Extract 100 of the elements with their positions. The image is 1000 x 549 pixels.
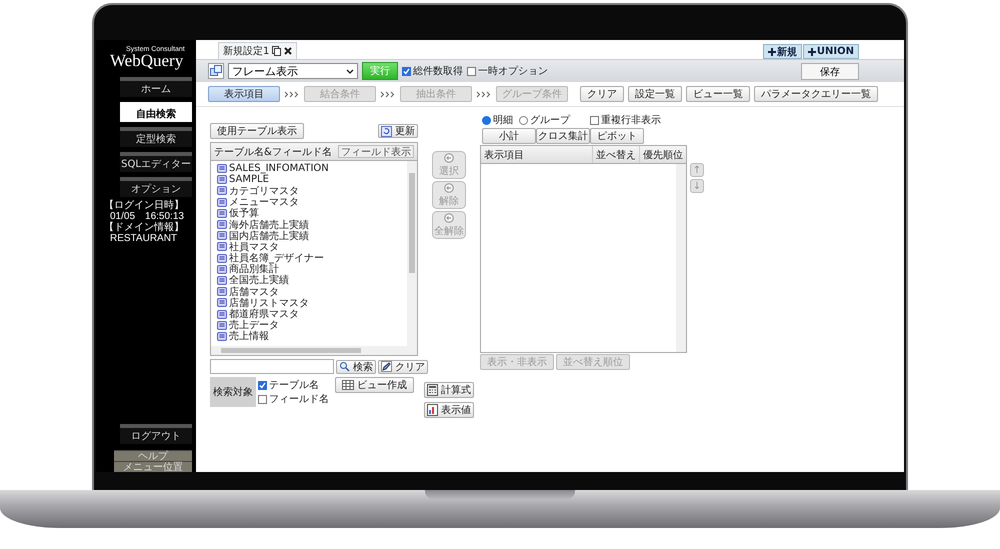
scrollbar[interactable] [676, 164, 686, 352]
nav-button[interactable]: 定型検索 [120, 127, 192, 147]
action-button[interactable]: 設定一覧 [628, 86, 682, 102]
caret-icon [346, 68, 354, 74]
tree-item[interactable]: 仮予算 [217, 208, 259, 219]
tree-item[interactable]: メニューマスタ [217, 196, 299, 208]
arrow-circle-icon [444, 152, 454, 162]
aggregate-button[interactable]: ピボット [590, 128, 644, 144]
document-icon [272, 46, 282, 56]
field-toggle-button[interactable]: フィールド表示 [338, 145, 414, 158]
table-icon [217, 186, 227, 196]
action-button[interactable]: クリア [580, 86, 624, 102]
create-view-button[interactable]: ビュー作成 [335, 377, 414, 393]
clear-button[interactable]: クリア [378, 360, 428, 374]
tree-item[interactable]: 売上情報 [217, 330, 269, 342]
column-header: 表示項目 [483, 148, 525, 162]
aggregate-button[interactable]: 小計 [482, 128, 536, 144]
show-tables-button[interactable]: 使用テーブル表示 [210, 123, 304, 139]
chart-icon [427, 404, 438, 416]
chevrons-icon [476, 90, 492, 98]
calculator-icon [427, 384, 438, 396]
grid-icon [342, 380, 354, 390]
tree-item[interactable]: 店舗マスタ [217, 286, 279, 298]
checkbox[interactable] [467, 66, 476, 76]
tree-item[interactable]: 社員マスタ [217, 241, 279, 252]
table-icon [217, 242, 227, 252]
action-button[interactable]: パラメータクエリー一覧 [754, 86, 878, 102]
table-icon [217, 264, 227, 274]
login-time: 01/05 16:50:13 [110, 211, 184, 222]
step-button[interactable]: 表示項目 [208, 86, 280, 102]
arrow-circle-icon [444, 182, 454, 192]
checkbox-label: 一時オプション [478, 64, 548, 78]
scrollbar[interactable] [407, 161, 417, 346]
checkbox[interactable] [590, 116, 599, 124]
chevrons-icon [380, 90, 396, 98]
tree-item[interactable]: SAMPLE [217, 174, 269, 186]
table-icon [217, 276, 227, 285]
radio-button[interactable] [519, 116, 528, 124]
search-button[interactable]: 検索 [336, 360, 376, 374]
nav-button[interactable]: 自由検索 [120, 102, 192, 122]
checkbox-label: フィールド名 [269, 393, 329, 406]
frame-icon [210, 65, 222, 77]
plus-icon [808, 48, 816, 56]
tree-item[interactable]: カテゴリマスタ [217, 185, 299, 197]
nav-button[interactable]: オプション [120, 177, 192, 197]
tree-item[interactable]: 全国売上実績 [217, 274, 289, 286]
tab[interactable]: 新規設定1 [218, 42, 298, 59]
search-icon [339, 361, 350, 372]
tree-item[interactable]: 海外店舗売上実績 [217, 218, 309, 230]
scrollbar[interactable] [211, 346, 417, 355]
radio-label: グループ [530, 114, 570, 127]
refresh-icon [381, 126, 392, 136]
plus-icon [768, 48, 776, 56]
display-value-button[interactable]: 表示値 [424, 402, 474, 418]
brand-logo: WebQuery [110, 51, 184, 71]
table-icon [217, 231, 227, 240]
tree-item[interactable]: 社員名簿_デザイナー [217, 252, 324, 264]
table-icon [217, 310, 227, 319]
tree-item[interactable]: 国内店舗売上実績 [217, 230, 309, 242]
radio-label: 明細 [493, 114, 513, 127]
close-icon[interactable] [284, 47, 292, 55]
table-icon [217, 220, 227, 230]
aggregate-button[interactable]: クロス集計 [536, 128, 590, 144]
add-button[interactable]: 新規 [762, 44, 802, 59]
pencil-icon [381, 361, 392, 372]
frame-select[interactable]: フレーム表示 [228, 63, 358, 79]
refresh-button[interactable]: 更新 [378, 124, 418, 138]
search-target-label: 検索対象 [212, 386, 254, 399]
table-icon [217, 332, 227, 341]
nav-button[interactable]: ホーム [120, 77, 192, 97]
arrow-circle-icon [444, 212, 454, 222]
nav-button[interactable]: SQLエディター [120, 152, 192, 172]
table-icon [217, 164, 227, 174]
tree-item[interactable]: SALES_INFOMATION [217, 163, 329, 174]
checkbox-label: 重複行非表示 [601, 114, 661, 127]
table-icon [217, 320, 227, 330]
column-header: 優先順位 [639, 146, 686, 163]
search-field[interactable] [210, 359, 334, 374]
formula-button[interactable]: 計算式 [424, 382, 474, 398]
tree-item[interactable]: 都道府県マスタ [217, 308, 299, 320]
save-button[interactable]: 保存 [801, 62, 859, 80]
checkbox[interactable] [402, 66, 411, 76]
tree-item[interactable]: 店舗リストマスタ [217, 297, 309, 308]
add-button[interactable]: UNION [802, 44, 859, 59]
login-label: 【ログイン日時】 [104, 200, 184, 211]
checkbox[interactable] [258, 380, 267, 390]
checkbox-label: 総件数取得 [413, 65, 463, 78]
tree-item[interactable]: 商品別集計 [217, 264, 279, 275]
table-icon [217, 198, 227, 207]
tree-item[interactable]: 売上データ [217, 320, 279, 331]
radio-button[interactable] [482, 116, 491, 124]
frame-button[interactable] [208, 63, 224, 79]
table-icon [217, 254, 227, 263]
table-icon [217, 208, 227, 218]
checkbox-label: テーブル名 [269, 378, 319, 392]
logout-button[interactable]: ログアウト [120, 424, 192, 444]
action-button[interactable]: ビュー一覧 [686, 86, 750, 102]
checkbox[interactable] [258, 394, 267, 404]
column-header: 並べ替え [592, 146, 639, 163]
chevrons-icon [284, 90, 300, 98]
